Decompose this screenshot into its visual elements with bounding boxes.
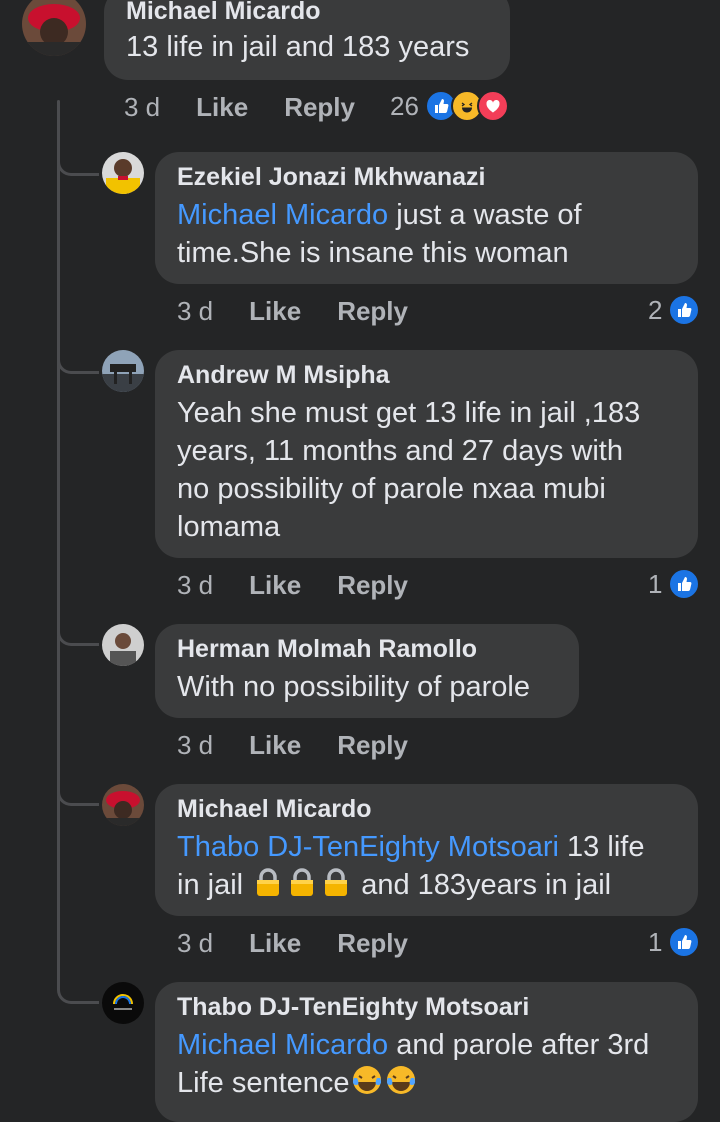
comment-text-segment: time.She is insane this woman <box>177 237 569 269</box>
comment-bubble: Ezekiel Jonazi Mkhwanazi Michael Micardo… <box>155 152 698 284</box>
tears-of-joy-icon <box>351 1064 383 1096</box>
mention-link[interactable]: Thabo DJ-TenEighty Motsoari <box>177 831 559 863</box>
like-button[interactable]: Like <box>196 92 248 123</box>
comment-text: Michael Micardo and parole after 3rd Life… <box>177 1026 676 1102</box>
like-button[interactable]: Like <box>249 928 301 959</box>
comment-text-segment: in jail <box>177 869 252 901</box>
comment-actions: 3 d Like Reply <box>177 730 408 761</box>
comment-actions: 3 d Like Reply <box>177 928 408 959</box>
comment-bubble: Michael Micardo Thabo DJ-TenEighty Motso… <box>155 784 698 916</box>
reaction-count: 1 <box>648 926 663 957</box>
comment-text: Yeah she must get 13 life in jail ,183 y… <box>177 394 676 546</box>
comment-actions: 3 d Like Reply <box>177 570 408 601</box>
like-icon <box>668 926 701 958</box>
comment-bubble: Herman Molmah Ramollo With no possibilit… <box>155 624 579 718</box>
avatar[interactable] <box>102 152 144 194</box>
comment-text: With no possibility of parole <box>177 671 530 703</box>
comment-author[interactable]: Andrew M Msipha <box>177 360 676 390</box>
comment-text-line: years, 11 months and 27 days with <box>177 435 623 467</box>
reactions[interactable]: 1 <box>648 926 701 958</box>
avatar[interactable] <box>102 624 144 666</box>
lock-icon <box>252 866 284 898</box>
comment-text: 13 life in jail and 183 years <box>126 31 470 63</box>
love-icon <box>476 90 509 122</box>
comment-author[interactable]: Herman Molmah Ramollo <box>177 634 557 664</box>
thread-connector <box>57 350 99 374</box>
comment-text-segment: just a waste of <box>388 199 582 231</box>
avatar[interactable] <box>102 784 144 826</box>
comment-text: Thabo DJ-TenEighty Motsoari 13 life in ja… <box>177 828 676 904</box>
comment-text-segment: and 183years in jail <box>353 869 612 901</box>
mention-link[interactable]: Michael Micardo <box>177 1029 388 1061</box>
like-button[interactable]: Like <box>249 570 301 601</box>
thread-connector <box>57 152 99 176</box>
comment-author[interactable]: Thabo DJ-TenEighty Motsoari <box>177 992 676 1022</box>
comment-text-line: Yeah she must get 13 life in jail ,183 <box>177 397 641 429</box>
comment-actions: 3 d Like Reply <box>177 296 408 327</box>
avatar[interactable] <box>102 982 144 1024</box>
comment-time[interactable]: 3 d <box>177 296 213 327</box>
reply-button[interactable]: Reply <box>284 92 355 123</box>
lock-icon <box>320 866 352 898</box>
reactions[interactable]: 2 <box>648 294 701 326</box>
like-icon <box>668 294 701 326</box>
comment-bubble: Andrew M Msipha Yeah she must get 13 lif… <box>155 350 698 558</box>
avatar[interactable] <box>102 350 144 392</box>
comment-text-segment: Life sentence <box>177 1067 350 1099</box>
like-button[interactable]: Like <box>249 296 301 327</box>
comment-time[interactable]: 3 d <box>177 570 213 601</box>
comment-text: Michael Micardo just a waste of time.She … <box>177 196 676 272</box>
comment-author[interactable]: Michael Micardo <box>126 0 488 26</box>
reply-button[interactable]: Reply <box>337 730 408 761</box>
reaction-count: 1 <box>648 568 663 599</box>
like-icon <box>668 568 701 600</box>
reply-button[interactable]: Reply <box>337 928 408 959</box>
comment-text-line: lomama <box>177 511 281 543</box>
comment-actions: 3 d Like Reply <box>124 92 355 123</box>
reaction-count: 26 <box>390 90 419 121</box>
tears-of-joy-icon <box>385 1064 417 1096</box>
thread-connector <box>57 782 99 806</box>
thread-connector <box>57 622 99 646</box>
thread-connector <box>57 980 99 1004</box>
reply-button[interactable]: Reply <box>337 570 408 601</box>
comment-time[interactable]: 3 d <box>124 92 160 123</box>
avatar[interactable] <box>22 0 86 56</box>
comment-time[interactable]: 3 d <box>177 730 213 761</box>
reply-button[interactable]: Reply <box>337 296 408 327</box>
comment-author[interactable]: Ezekiel Jonazi Mkhwanazi <box>177 162 676 192</box>
comment-text-line: no possibility of parole nxaa mubi <box>177 473 606 505</box>
reaction-count: 2 <box>648 294 663 325</box>
reactions[interactable]: 1 <box>648 568 701 600</box>
lock-icon <box>286 866 318 898</box>
comment-author[interactable]: Michael Micardo <box>177 794 676 824</box>
comment-bubble: Michael Micardo 13 life in jail and 183 … <box>104 0 510 80</box>
thread-line <box>57 100 60 990</box>
reactions[interactable]: 26 <box>390 90 509 122</box>
comment-text-segment: 13 life <box>559 831 645 863</box>
mention-link[interactable]: Michael Micardo <box>177 199 388 231</box>
comment-text-segment: and parole after 3rd <box>388 1029 650 1061</box>
comment-bubble: Thabo DJ-TenEighty Motsoari Michael Mica… <box>155 982 698 1122</box>
comment-time[interactable]: 3 d <box>177 928 213 959</box>
like-button[interactable]: Like <box>249 730 301 761</box>
